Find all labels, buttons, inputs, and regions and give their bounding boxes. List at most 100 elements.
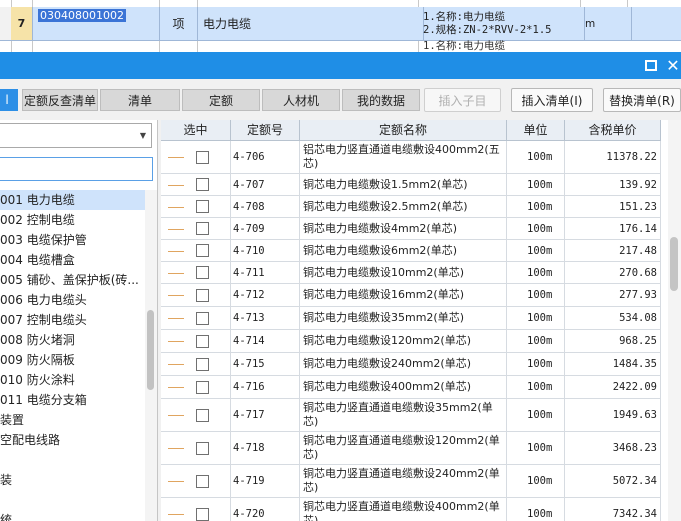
tree-item[interactable]: 装置 — [0, 410, 150, 430]
row-checkbox[interactable] — [196, 441, 209, 455]
code-cell[interactable]: 4-715 — [231, 353, 300, 375]
price-cell[interactable]: 7342.34 — [565, 498, 661, 521]
code-cell[interactable]: 4-710 — [231, 240, 300, 261]
code-cell[interactable]: 4-718 — [231, 432, 300, 464]
tree-item[interactable]: 006 电力电缆头 — [0, 290, 150, 310]
tab-list[interactable]: 清单 — [100, 89, 180, 111]
unit-cell[interactable]: 100m — [507, 376, 565, 398]
sheet-type-cell[interactable]: 项 — [160, 7, 198, 40]
tree-item[interactable]: 装 — [0, 470, 150, 490]
header-select[interactable]: 选中 — [161, 120, 231, 140]
tab-quota[interactable]: 定额 — [182, 89, 260, 111]
unit-cell[interactable]: 100m — [507, 240, 565, 261]
price-cell[interactable]: 277.93 — [565, 284, 661, 306]
table-row[interactable]: 4-718 铜芯电力竖直通道电缆敷设120mm2(单芯) 100m 3468.23 — [161, 432, 661, 465]
name-cell[interactable]: 铜芯电力电缆敷设6mm2(单芯) — [300, 240, 507, 261]
row-checkbox[interactable] — [196, 408, 209, 422]
header-name[interactable]: 定额名称 — [300, 120, 507, 140]
unit-cell[interactable]: 100m — [507, 284, 565, 306]
name-cell[interactable]: 铜芯电力电缆敷设120mm2(单芯) — [300, 330, 507, 352]
table-row[interactable]: 4-709 铜芯电力电缆敷设4mm2(单芯) 100m 176.14 — [161, 218, 661, 240]
tree-item[interactable]: 空配电线路 — [0, 430, 150, 450]
unit-cell[interactable]: 100m — [507, 307, 565, 329]
sheet-row-selected[interactable]: 7 030408001002 项 电力电缆 1.名称:电力电缆 2.规格:ZN-… — [0, 7, 681, 42]
sheet-desc-cell[interactable]: 1.名称:电力电缆 2.规格:ZN-2*RVV-2*1.5 — [419, 7, 585, 40]
name-cell[interactable]: 铜芯电力电缆敷设240mm2(单芯) — [300, 353, 507, 375]
price-cell[interactable]: 151.23 — [565, 196, 661, 217]
tab-first[interactable]: l — [0, 89, 18, 111]
header-price[interactable]: 含税单价 — [565, 120, 661, 140]
header-unit[interactable]: 单位 — [507, 120, 565, 140]
table-row[interactable]: 4-706 铝芯电力竖直通道电缆敷设400mm2(五芯) 100m 11378.22 — [161, 141, 661, 174]
table-row[interactable]: 4-714 铜芯电力电缆敷设120mm2(单芯) 100m 968.25 — [161, 330, 661, 353]
price-cell[interactable]: 968.25 — [565, 330, 661, 352]
tree-item[interactable]: 003 电缆保护管 — [0, 230, 150, 250]
table-row[interactable]: 4-710 铜芯电力电缆敷设6mm2(单芯) 100m 217.48 — [161, 240, 661, 262]
table-row[interactable]: 4-715 铜芯电力电缆敷设240mm2(单芯) 100m 1484.35 — [161, 353, 661, 376]
unit-cell[interactable]: 100m — [507, 262, 565, 283]
sheet-extra-cell[interactable] — [628, 7, 681, 40]
tree-item[interactable] — [0, 490, 150, 510]
name-cell[interactable]: 铜芯电力竖直通道电缆敷设240mm2(单芯) — [300, 465, 507, 497]
table-row[interactable]: 4-708 铜芯电力电缆敷设2.5mm2(单芯) 100m 151.23 — [161, 196, 661, 218]
price-cell[interactable]: 5072.34 — [565, 465, 661, 497]
name-cell[interactable]: 铝芯电力竖直通道电缆敷设400mm2(五芯) — [300, 141, 507, 173]
dialog-titlebar[interactable]: ✕ — [0, 52, 681, 79]
sheet-name-cell[interactable]: 电力电缆 — [198, 7, 424, 40]
close-icon[interactable]: ✕ — [659, 52, 681, 79]
sheet-row-next[interactable]: 1.名称:电力电缆 — [0, 41, 681, 52]
tree-item[interactable]: 002 控制电缆 — [0, 210, 150, 230]
tab-reverse-lookup[interactable]: 定额反查清单 — [22, 89, 98, 111]
tree-item[interactable]: 007 控制电缆头 — [0, 310, 150, 330]
name-cell[interactable]: 铜芯电力电缆敷设400mm2(单芯) — [300, 376, 507, 398]
replace-list-button[interactable]: 替换清单(R) — [603, 88, 681, 112]
code-cell[interactable]: 4-707 — [231, 174, 300, 195]
unit-cell[interactable]: 100m — [507, 141, 565, 173]
table-row[interactable]: 4-719 铜芯电力竖直通道电缆敷设240mm2(单芯) 100m 5072.34 — [161, 465, 661, 498]
name-cell[interactable]: 铜芯电力电缆敷设1.5mm2(单芯) — [300, 174, 507, 195]
price-cell[interactable]: 2422.09 — [565, 376, 661, 398]
table-row[interactable]: 4-712 铜芯电力电缆敷设16mm2(单芯) 100m 277.93 — [161, 284, 661, 307]
insert-child-button[interactable]: 插入子目 — [424, 88, 501, 112]
code-cell[interactable]: 4-709 — [231, 218, 300, 239]
tree-item[interactable]: 004 电缆槽盒 — [0, 250, 150, 270]
unit-cell[interactable]: 100m — [507, 432, 565, 464]
table-row[interactable]: 4-711 铜芯电力电缆敷设10mm2(单芯) 100m 270.68 — [161, 262, 661, 284]
unit-cell[interactable]: 100m — [507, 330, 565, 352]
library-select[interactable]: ▼ — [0, 123, 152, 148]
code-cell[interactable]: 4-720 — [231, 498, 300, 521]
unit-cell[interactable]: 100m — [507, 465, 565, 497]
tree-item[interactable]: 010 防火涂料 — [0, 370, 150, 390]
price-cell[interactable]: 176.14 — [565, 218, 661, 239]
name-cell[interactable]: 铜芯电力电缆敷设16mm2(单芯) — [300, 284, 507, 306]
code-cell[interactable]: 4-706 — [231, 141, 300, 173]
unit-cell[interactable]: 100m — [507, 218, 565, 239]
price-cell[interactable]: 3468.23 — [565, 432, 661, 464]
row-checkbox[interactable] — [196, 474, 209, 488]
sheet-unit-cell[interactable]: m — [581, 7, 632, 40]
left-scroll-thumb[interactable] — [147, 310, 154, 390]
tree-item[interactable]: 011 电缆分支箱 — [0, 390, 150, 410]
name-cell[interactable]: 铜芯电力竖直通道电缆敷设120mm2(单芯) — [300, 432, 507, 464]
left-scrollbar[interactable] — [145, 190, 157, 521]
row-checkbox[interactable] — [196, 380, 209, 394]
tree-item[interactable]: 009 防火隔板 — [0, 350, 150, 370]
price-cell[interactable]: 270.68 — [565, 262, 661, 283]
table-row[interactable]: 4-716 铜芯电力电缆敷设400mm2(单芯) 100m 2422.09 — [161, 376, 661, 399]
row-checkbox[interactable] — [196, 178, 209, 191]
code-cell[interactable]: 4-712 — [231, 284, 300, 306]
code-cell[interactable]: 4-714 — [231, 330, 300, 352]
code-cell[interactable]: 4-713 — [231, 307, 300, 329]
tab-labor-material[interactable]: 人材机 — [262, 89, 340, 111]
row-checkbox[interactable] — [196, 266, 209, 279]
price-cell[interactable]: 217.48 — [565, 240, 661, 261]
grid-scrollbar[interactable] — [668, 120, 681, 521]
sheet-code-cell[interactable]: 030408001002 — [32, 7, 160, 42]
tree-item[interactable]: 008 防火堵洞 — [0, 330, 150, 350]
row-checkbox[interactable] — [196, 200, 209, 213]
header-code[interactable]: 定额号 — [231, 120, 300, 140]
price-cell[interactable]: 1484.35 — [565, 353, 661, 375]
search-input[interactable] — [0, 157, 153, 181]
row-checkbox[interactable] — [196, 244, 209, 257]
row-checkbox[interactable] — [196, 507, 209, 521]
